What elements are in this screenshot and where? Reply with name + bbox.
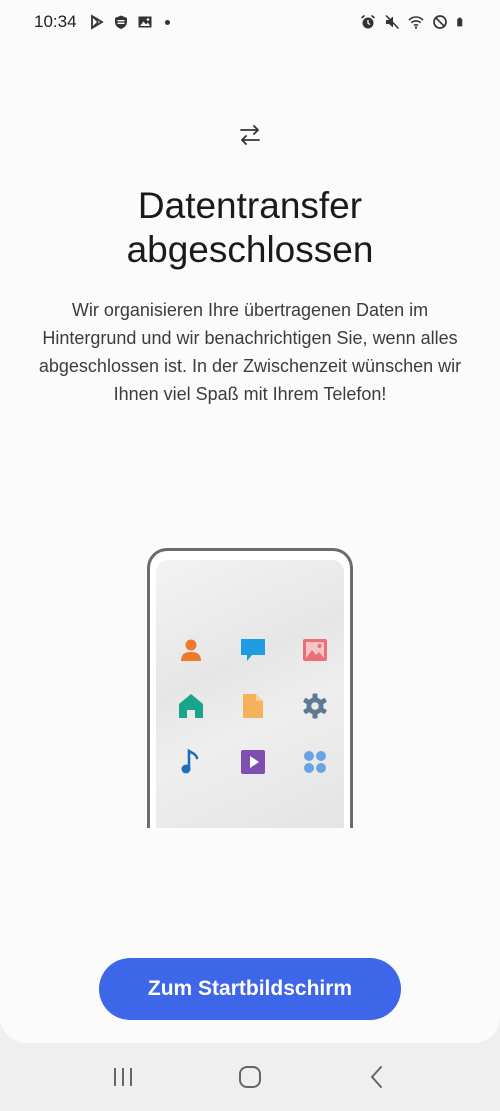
home-screen-button[interactable]: Zum Startbildschirm bbox=[99, 958, 401, 1020]
battery-icon bbox=[457, 17, 463, 27]
home-button-icon bbox=[238, 1066, 261, 1088]
apps-app bbox=[284, 734, 346, 790]
music-icon bbox=[181, 748, 199, 774]
app-icon-grid bbox=[156, 560, 346, 790]
navigation-bar bbox=[0, 1043, 500, 1111]
status-bar: 10:34 bbox=[0, 0, 500, 44]
home-app bbox=[160, 678, 222, 734]
settings-app bbox=[284, 678, 346, 734]
wifi-icon bbox=[408, 16, 424, 29]
video-icon bbox=[241, 750, 265, 774]
page-title-line2: abgeschlossen bbox=[126, 229, 374, 270]
mute-icon bbox=[385, 14, 400, 30]
page-title: Datentransfer abgeschlossen bbox=[40, 184, 460, 272]
transfer-arrows-icon bbox=[240, 125, 260, 145]
do-not-disturb-icon bbox=[433, 15, 447, 29]
gallery-app bbox=[284, 622, 346, 678]
document-app bbox=[222, 678, 284, 734]
notification-dot bbox=[164, 19, 170, 25]
description-text: Wir organisieren Ihre übertragenen Daten… bbox=[38, 300, 462, 404]
recents-button[interactable] bbox=[103, 1057, 143, 1097]
message-icon bbox=[241, 639, 265, 661]
video-app bbox=[222, 734, 284, 790]
message-app bbox=[222, 622, 284, 678]
screen: 10:34 Datentransfer abgeschlossen Wir or… bbox=[0, 0, 500, 1043]
image-icon bbox=[303, 639, 327, 661]
phone-screen bbox=[156, 560, 344, 828]
music-app bbox=[160, 734, 222, 790]
home-button[interactable] bbox=[230, 1057, 270, 1097]
status-left: 10:34 bbox=[34, 12, 170, 32]
apps-icon bbox=[304, 751, 326, 773]
home-icon bbox=[179, 694, 203, 718]
gallery-icon bbox=[138, 16, 152, 28]
back-icon bbox=[370, 1066, 382, 1088]
alarm-icon bbox=[360, 14, 376, 29]
status-time: 10:34 bbox=[34, 12, 77, 31]
contact-icon bbox=[181, 639, 201, 661]
page-title-line1: Datentransfer bbox=[137, 185, 363, 226]
status-right bbox=[360, 14, 466, 30]
contact-app bbox=[160, 622, 222, 678]
play-store-icon bbox=[90, 14, 104, 30]
back-button[interactable] bbox=[357, 1057, 397, 1097]
security-shield-icon bbox=[114, 15, 127, 29]
settings-icon bbox=[303, 693, 327, 719]
document-icon bbox=[243, 694, 263, 718]
recents-icon bbox=[114, 1068, 133, 1086]
phone-illustration bbox=[147, 548, 353, 828]
